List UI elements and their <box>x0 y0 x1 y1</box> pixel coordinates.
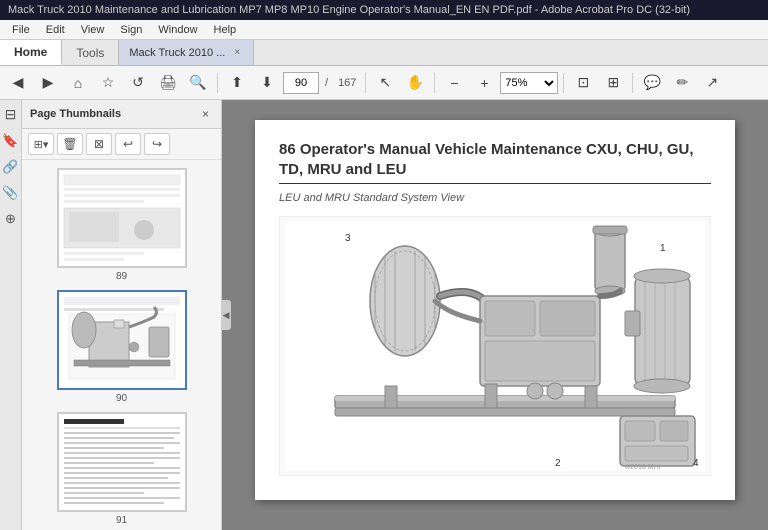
cursor-tool-button[interactable]: ↖ <box>371 70 399 96</box>
toolbar-separator-3 <box>434 73 435 93</box>
menu-sign[interactable]: Sign <box>112 22 150 38</box>
sidebar-redo-button[interactable]: ↪ <box>144 133 170 155</box>
title-bar: Mack Truck 2010 Maintenance and Lubricat… <box>0 0 768 20</box>
panel-icon-attachments[interactable]: 📎 <box>2 185 18 201</box>
bookmark-button[interactable]: ☆ <box>94 70 122 96</box>
page-subtitle: LEU and MRU Standard System View <box>279 192 711 204</box>
svg-text:3: 3 <box>345 233 351 244</box>
home-button[interactable]: ⌂ <box>64 70 92 96</box>
toolbar: ◀ ▶ ⌂ ☆ ↺ 🖨 🔍 ⬆ ⬇ / 167 ↖ ✋ − + 50% 75% … <box>0 66 768 100</box>
thumbnail-91[interactable]: 91 <box>57 412 187 526</box>
sidebar-header: Page Thumbnails × <box>22 100 221 129</box>
zoom-in-button[interactable]: + <box>470 70 498 96</box>
sidebar-delete-button[interactable]: 🗑 <box>57 133 83 155</box>
menu-window[interactable]: Window <box>150 22 205 38</box>
refresh-button[interactable]: ↺ <box>124 70 152 96</box>
fit-page-button[interactable]: ⊡ <box>569 70 597 96</box>
pen-button[interactable]: ✏ <box>668 70 696 96</box>
page-content: 86 Operator's Manual Vehicle Maintenance… <box>255 120 735 500</box>
page-view-area[interactable]: 86 Operator's Manual Vehicle Maintenance… <box>222 100 768 530</box>
hand-tool-button[interactable]: ✋ <box>401 70 429 96</box>
page-diagram: 3 1 <box>279 216 711 476</box>
panel-icon-layers[interactable]: ⊕ <box>5 211 16 227</box>
menu-edit[interactable]: Edit <box>38 22 73 38</box>
main-area: ⊟ 🔖 🔗 📎 ⊕ Page Thumbnails × ⊞▾ 🗑 ⊠ ↩ ↪ <box>0 100 768 530</box>
sidebar-undo-button[interactable]: ↩ <box>115 133 141 155</box>
back-button[interactable]: ◀ <box>4 70 32 96</box>
menu-bar: File Edit View Sign Window Help <box>0 20 768 40</box>
toolbar-separator-4 <box>563 73 564 93</box>
menu-file[interactable]: File <box>4 22 38 38</box>
next-page-button[interactable]: ⬇ <box>253 70 281 96</box>
thumbnail-label-89: 89 <box>116 271 127 282</box>
page-section-title: 86 Operator's Manual Vehicle Maintenance… <box>279 140 711 184</box>
panel-icon-bookmarks[interactable]: 🔖 <box>2 133 18 149</box>
sidebar-collapse-handle[interactable]: ◀ <box>221 300 231 330</box>
sidebar-toolbar: ⊞▾ 🗑 ⊠ ↩ ↪ <box>22 129 221 160</box>
print-button[interactable]: 🖨 <box>154 70 182 96</box>
thumbnails-container[interactable]: 89 <box>22 160 221 530</box>
share-button[interactable]: ↗ <box>698 70 726 96</box>
tab-tools[interactable]: Tools <box>62 40 118 65</box>
toolbar-separator-1 <box>217 73 218 93</box>
sidebar-close-button[interactable]: × <box>198 106 213 122</box>
zoom-out-button[interactable]: − <box>440 70 468 96</box>
window-title: Mack Truck 2010 Maintenance and Lubricat… <box>8 4 690 16</box>
panel-icon-links[interactable]: 🔗 <box>2 159 18 175</box>
panel-icon-pages[interactable]: ⊟ <box>5 106 17 123</box>
sidebar-title: Page Thumbnails <box>30 108 121 120</box>
forward-button[interactable]: ▶ <box>34 70 62 96</box>
thumbnail-label-90: 90 <box>116 393 127 404</box>
menu-help[interactable]: Help <box>206 22 245 38</box>
engine-diagram-svg: 3 1 <box>285 221 705 471</box>
thumbnail-img-90 <box>57 290 187 390</box>
comment-button[interactable]: 💬 <box>638 70 666 96</box>
toolbar-separator-2 <box>365 73 366 93</box>
svg-text:2: 2 <box>555 458 561 469</box>
svg-text:1: 1 <box>660 243 666 254</box>
sidebar-grid-button[interactable]: ⊞▾ <box>28 133 54 155</box>
thumbnail-label-91: 91 <box>116 515 127 526</box>
menu-view[interactable]: View <box>73 22 113 38</box>
page-separator: / <box>321 77 332 89</box>
thumbnail-img-91 <box>57 412 187 512</box>
search-zoom-button[interactable]: 🔍 <box>184 70 212 96</box>
thumbnail-89[interactable]: 89 <box>57 168 187 282</box>
page-total: 167 <box>334 77 360 89</box>
prev-page-button[interactable]: ⬆ <box>223 70 251 96</box>
svg-text:4: 4 <box>693 458 699 469</box>
thumbnail-img-89 <box>57 168 187 268</box>
collapse-icon: ◀ <box>223 310 230 321</box>
spread-button[interactable]: ⊞ <box>599 70 627 96</box>
tab-document[interactable]: Mack Truck 2010 ... × <box>118 40 254 65</box>
tab-bar: Home Tools Mack Truck 2010 ... × <box>0 40 768 66</box>
svg-text:©2010 MHI: ©2010 MHI <box>625 463 661 471</box>
sidebar-panel: Page Thumbnails × ⊞▾ 🗑 ⊠ ↩ ↪ <box>22 100 222 530</box>
sidebar-split-button[interactable]: ⊠ <box>86 133 112 155</box>
toolbar-separator-5 <box>632 73 633 93</box>
thumbnail-90[interactable]: 90 <box>57 290 187 404</box>
tab-home[interactable]: Home <box>0 40 62 65</box>
zoom-select[interactable]: 50% 75% 100% 125% 150% <box>500 72 558 94</box>
left-panel-icons: ⊟ 🔖 🔗 📎 ⊕ <box>0 100 22 530</box>
tab-close-button[interactable]: × <box>231 46 243 59</box>
page-number-input[interactable] <box>283 72 319 94</box>
